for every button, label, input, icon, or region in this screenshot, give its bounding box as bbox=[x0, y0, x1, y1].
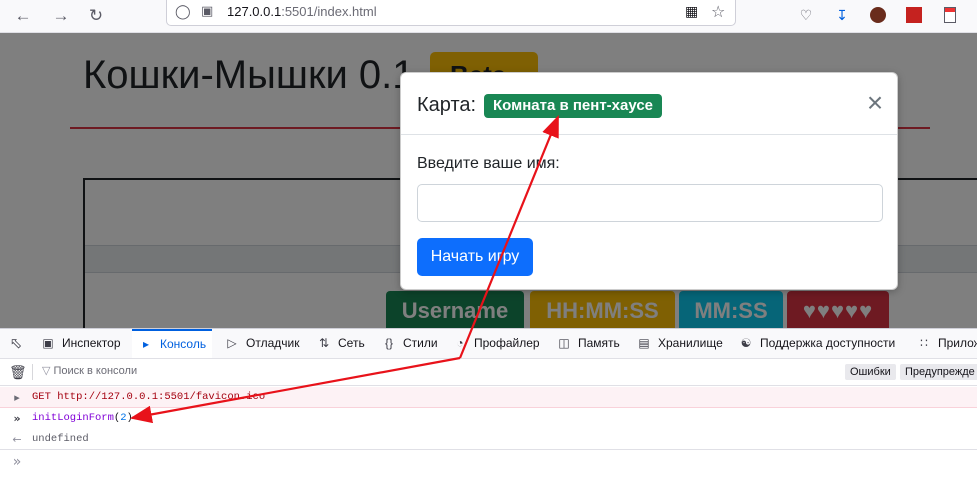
network-icon: ⇅ bbox=[318, 336, 330, 350]
browser-toolbar: ← → ↻ ◯ ▣ 127.0.0.1:5501/index.html ▦ ☆ … bbox=[0, 0, 977, 33]
tab-storage[interactable]: ▤ Хранилище bbox=[636, 329, 722, 358]
tab-profiler[interactable]: ◔ Профайлер bbox=[452, 329, 539, 358]
prompt-chevron-icon: » bbox=[12, 454, 22, 470]
console-filter-bar: 🗑 ▽ Поиск в консоли Ошибки Предупрежде bbox=[0, 359, 977, 386]
picker-icon[interactable]: ⬁ bbox=[8, 329, 30, 358]
filter-warnings-button[interactable]: Предупрежде bbox=[900, 364, 977, 380]
filter-divider bbox=[32, 364, 33, 380]
console-input-line: » initLoginForm(2) bbox=[0, 408, 977, 429]
result-arrow-icon: ← bbox=[12, 433, 22, 446]
modal-header: Карта: Комната в пент-хаусе × bbox=[401, 73, 897, 135]
styles-icon: {} bbox=[384, 336, 393, 350]
profiler-icon: ◔ bbox=[456, 336, 464, 350]
page-icon: ▣ bbox=[201, 3, 214, 18]
debugger-icon: ▷ bbox=[227, 336, 237, 350]
trash-icon[interactable]: 🗑 bbox=[9, 364, 27, 381]
console-argument: 2 bbox=[120, 412, 127, 424]
tab-application[interactable]: ∷Прилож bbox=[916, 329, 977, 358]
console-search-input[interactable]: ▽ Поиск в консоли bbox=[42, 364, 137, 377]
console-icon: ▸ bbox=[142, 337, 150, 351]
filter-errors-button[interactable]: Ошибки bbox=[845, 364, 896, 380]
input-chevron-icon: » bbox=[13, 412, 21, 425]
console-prompt[interactable]: » bbox=[0, 452, 977, 473]
accessibility-icon: ☯ bbox=[740, 336, 752, 350]
filter-icon: ▽ bbox=[42, 365, 51, 377]
devtools-tabs: ⬁ ▣ Инспектор ▸ Консоль ▷ Отладчик ⇅ Сеть {}… bbox=[0, 329, 977, 359]
modal-title: Карта: bbox=[417, 94, 477, 116]
url-path: :5501/index.html bbox=[281, 4, 377, 19]
back-arrow-icon[interactable]: ← bbox=[10, 4, 36, 28]
extension-red-icon[interactable] bbox=[903, 4, 925, 26]
expand-triangle-icon[interactable]: ▸ bbox=[10, 387, 24, 408]
tab-styles[interactable]: {} Стили bbox=[381, 329, 438, 358]
url-bar[interactable]: ◯ ▣ 127.0.0.1:5501/index.html ▦ ☆ bbox=[166, 0, 736, 26]
name-label: Введите ваше имя: bbox=[417, 155, 560, 172]
tab-network[interactable]: ⇅ Сеть bbox=[316, 329, 365, 358]
tab-debugger[interactable]: ▷ Отладчик bbox=[224, 329, 299, 358]
inspector-icon: ▣ bbox=[42, 336, 54, 350]
memory-icon: ◫ bbox=[558, 336, 570, 350]
tab-memory[interactable]: ◫ Память bbox=[556, 329, 619, 358]
console-result-line: ← undefined bbox=[0, 429, 977, 450]
close-icon[interactable]: × bbox=[864, 89, 886, 117]
page-content: Кошки-Мышки 0.1 Beta Username HH:MM:SS M… bbox=[0, 33, 977, 328]
login-modal: Карта: Комната в пент-хаусе × Введите ва… bbox=[400, 72, 898, 290]
start-game-button[interactable]: Начать игру bbox=[417, 238, 533, 276]
shield-icon[interactable]: ◯ bbox=[175, 3, 191, 20]
reload-icon[interactable]: ↻ bbox=[83, 4, 109, 28]
bookmark-star-icon[interactable]: ☆ bbox=[711, 2, 725, 22]
pocket-icon[interactable]: ♡ bbox=[795, 4, 817, 26]
console-function-name: initLoginForm bbox=[32, 412, 114, 424]
tab-inspector[interactable]: ▣ Инспектор bbox=[40, 329, 120, 358]
qr-code-icon[interactable]: ▦ bbox=[685, 3, 698, 20]
extension-document-icon[interactable] bbox=[939, 4, 961, 26]
console-error-line[interactable]: ▸ GET http://127.0.0.1:5501/favicon.ico bbox=[0, 387, 977, 408]
map-name-badge: Комната в пент-хаусе bbox=[484, 94, 663, 118]
url-host: 127.0.0.1 bbox=[227, 4, 282, 19]
storage-icon: ▤ bbox=[638, 336, 650, 350]
application-icon: ∷ bbox=[920, 336, 928, 350]
name-input[interactable] bbox=[417, 184, 883, 222]
tab-accessibility[interactable]: ☯ Поддержка доступности bbox=[738, 329, 896, 358]
url-text[interactable]: 127.0.0.1:5501/index.html bbox=[227, 4, 377, 19]
devtools-panel: ⬁ ▣ Инспектор ▸ Консоль ▷ Отладчик ⇅ Сеть {}… bbox=[0, 328, 977, 503]
avatar[interactable] bbox=[867, 4, 889, 26]
tab-console[interactable]: ▸ Консоль bbox=[132, 329, 213, 358]
downloads-icon[interactable]: ↧ bbox=[831, 4, 853, 26]
forward-arrow-icon[interactable]: → bbox=[48, 4, 74, 28]
